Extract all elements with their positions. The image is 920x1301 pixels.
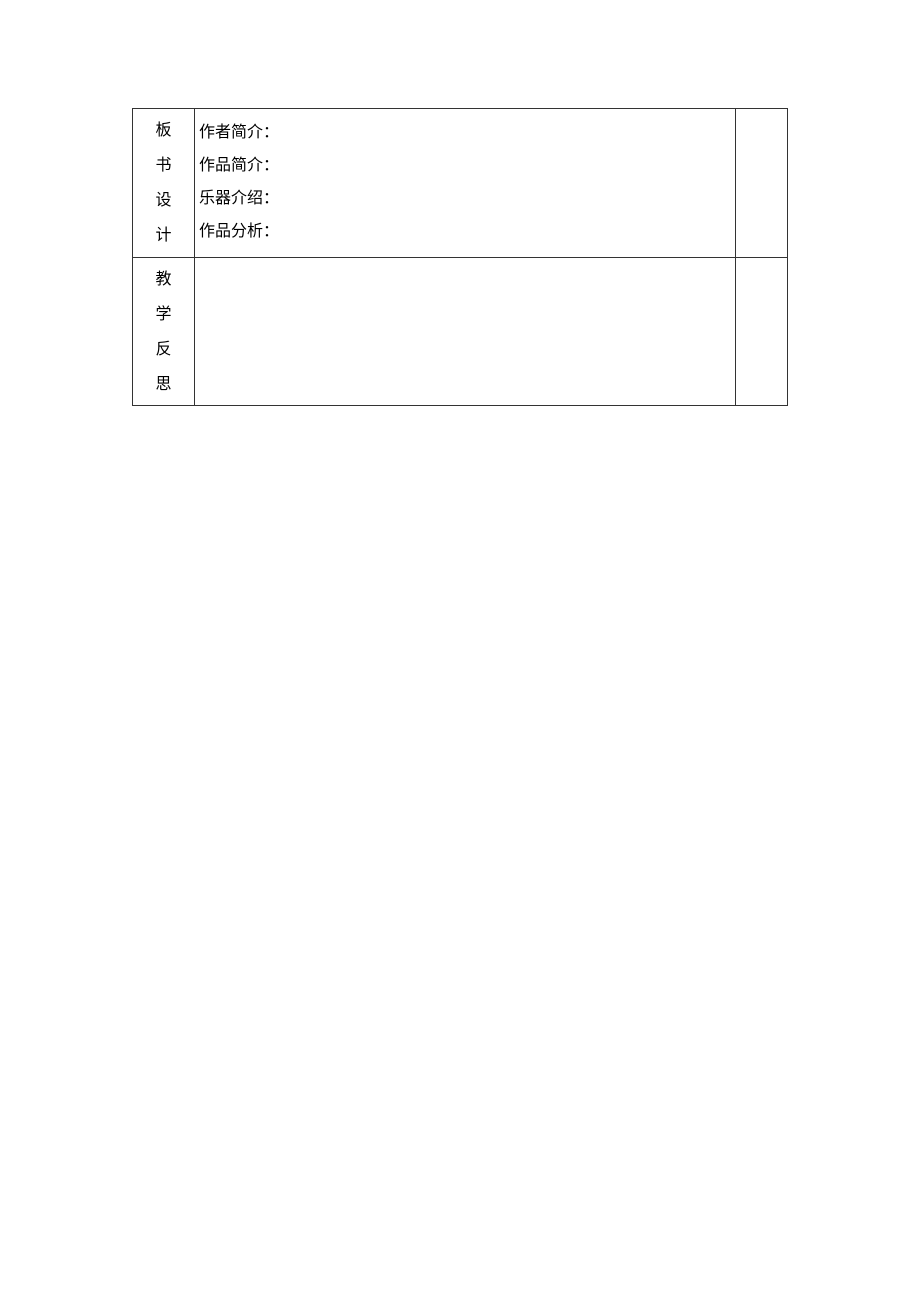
vertical-label: 教 学 反 思	[133, 258, 194, 405]
label-char: 教	[155, 272, 171, 288]
label-char: 反	[155, 342, 171, 358]
lesson-plan-table: 板 书 设 计 作者简介： 作品简介： 乐器介绍： 作品分析：	[132, 108, 788, 406]
content-lines	[195, 258, 735, 284]
content-line: 作品分析：	[199, 224, 731, 240]
row-content-cell: 作者简介： 作品简介： 乐器介绍： 作品分析：	[195, 109, 736, 258]
row-label-cell: 板 书 设 计	[133, 109, 195, 258]
document-page: 板 书 设 计 作者简介： 作品简介： 乐器介绍： 作品分析：	[0, 0, 920, 406]
content-line: 作者简介：	[199, 125, 731, 141]
label-char: 计	[155, 228, 171, 244]
label-char: 设	[155, 193, 171, 209]
row-side-cell	[736, 258, 788, 406]
content-line: 作品简介：	[199, 158, 731, 174]
vertical-label: 板 书 设 计	[133, 109, 194, 256]
content-lines: 作者简介： 作品简介： 乐器介绍： 作品分析：	[195, 109, 735, 250]
table-row: 板 书 设 计 作者简介： 作品简介： 乐器介绍： 作品分析：	[133, 109, 788, 258]
content-line: 乐器介绍：	[199, 191, 731, 207]
row-content-cell	[195, 258, 736, 406]
label-char: 书	[155, 158, 171, 174]
label-char: 思	[155, 377, 171, 393]
label-char: 学	[155, 307, 171, 323]
label-char: 板	[155, 123, 171, 139]
table-row: 教 学 反 思	[133, 258, 788, 406]
row-side-cell	[736, 109, 788, 258]
row-label-cell: 教 学 反 思	[133, 258, 195, 406]
